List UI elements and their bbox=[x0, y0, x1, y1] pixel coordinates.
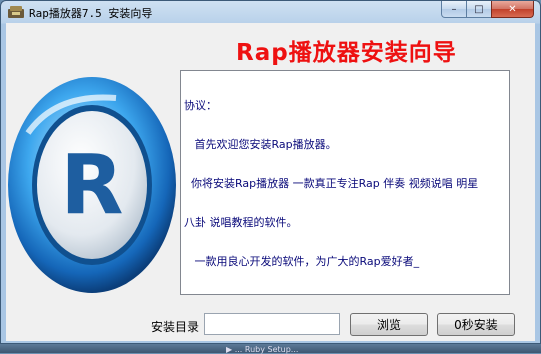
agreement-line: 首先欢迎您安装Rap播放器。 bbox=[184, 138, 337, 151]
caption-buttons: – □ ✕ bbox=[441, 1, 534, 19]
app-icon bbox=[8, 6, 24, 18]
window-title: Rap播放器7.5 安装向导 bbox=[29, 7, 153, 20]
title-bar[interactable]: Rap播放器7.5 安装向导 – □ ✕ bbox=[1, 1, 540, 23]
install-dir-label: 安装目录 bbox=[151, 320, 200, 334]
maximize-icon: □ bbox=[474, 3, 484, 15]
agreement-line: 你将安装Rap播放器 一款真正专注Rap 伴奏 视频说唱 明星 bbox=[184, 177, 479, 190]
agreement-textbox[interactable]: 协议： 首先欢迎您安装Rap播放器。 你将安装Rap播放器 一款真正专注Rap … bbox=[180, 70, 510, 295]
rap-logo-icon: R bbox=[8, 77, 176, 293]
minimize-icon: – bbox=[451, 3, 457, 15]
close-button[interactable]: ✕ bbox=[491, 1, 534, 18]
close-icon: ✕ bbox=[508, 3, 517, 15]
agreement-line: 协议： bbox=[184, 99, 217, 112]
install-dir-input[interactable] bbox=[204, 313, 340, 335]
install-button[interactable]: 0秒安装 bbox=[437, 313, 515, 336]
agreement-line: 一款用良心开发的软件，为广大的Rap爱好者_ bbox=[184, 255, 420, 268]
svg-text:R: R bbox=[60, 138, 123, 233]
wizard-heading: Rap播放器安装向导 bbox=[236, 40, 457, 66]
installer-window: Rap播放器7.5 安装向导 – □ ✕ R Rap播放器安装向导 协议： 首先… bbox=[0, 0, 541, 344]
client-area: R Rap播放器安装向导 协议： 首先欢迎您安装Rap播放器。 你将安装Rap播… bbox=[6, 23, 535, 341]
agreement-line: 八卦 说唱教程的软件。 bbox=[184, 216, 298, 229]
maximize-button[interactable]: □ bbox=[466, 1, 492, 18]
minimize-button[interactable]: – bbox=[441, 1, 467, 18]
browse-button[interactable]: 浏览 bbox=[350, 313, 428, 336]
